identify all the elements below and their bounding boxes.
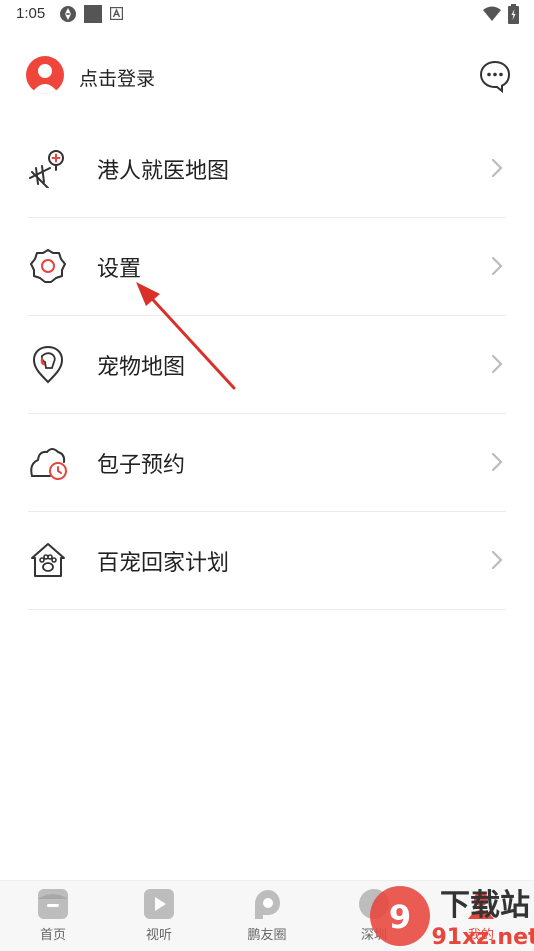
- menu-item-label: 包子预约: [97, 453, 186, 478]
- nav-label: 深圳: [360, 928, 387, 943]
- menu-list: 港人就医地图 设置 宠物地图 包子预约 百宠回家计划: [0, 120, 534, 610]
- nav-item-mine[interactable]: 我的: [441, 887, 521, 943]
- nav-item-home[interactable]: 首页: [13, 887, 93, 943]
- chevron-right-icon: [491, 354, 503, 374]
- bun-booking-icon: [30, 448, 67, 480]
- nav-label: 视听: [145, 928, 172, 943]
- profile-icon: [468, 892, 494, 919]
- menu-item-bun-booking[interactable]: 包子预约: [28, 414, 506, 512]
- medical-map-icon: [29, 150, 64, 188]
- status-time: 1:05: [16, 5, 46, 22]
- square-status-icon: [84, 5, 102, 23]
- status-bar: 1:05: [0, 0, 534, 30]
- settings-gear-icon: [30, 249, 66, 283]
- city-icon: [359, 889, 389, 919]
- pet-map-icon: [32, 345, 64, 384]
- keyboard-status-icon: [110, 7, 123, 20]
- menu-item-label: 宠物地图: [97, 355, 186, 380]
- login-link[interactable]: 点击登录: [79, 64, 155, 91]
- user-avatar-icon[interactable]: [26, 56, 64, 94]
- chat-bubble-icon[interactable]: [478, 59, 512, 93]
- menu-item-label: 百宠回家计划: [97, 551, 230, 576]
- wifi-icon: [483, 6, 501, 21]
- menu-item-settings[interactable]: 设置: [28, 218, 506, 316]
- nav-label: 我的: [467, 928, 494, 943]
- nav-item-friends[interactable]: 鹏友圈: [227, 887, 307, 943]
- nav-item-shenzhen[interactable]: 深圳: [334, 887, 414, 943]
- battery-icon: [508, 4, 519, 24]
- profile-header: 点击登录: [0, 44, 534, 108]
- menu-item-pet-home[interactable]: 百宠回家计划: [28, 512, 506, 610]
- menu-item-pet-map[interactable]: 宠物地图: [28, 316, 506, 414]
- nav-item-media[interactable]: 视听: [119, 887, 199, 943]
- home-icon: [38, 889, 68, 919]
- pet-home-icon: [31, 543, 65, 577]
- play-icon: [144, 889, 174, 919]
- bottom-nav: 首页 视听 鹏友圈 深圳 我的: [0, 880, 534, 951]
- nav-label: 鹏友圈: [247, 928, 287, 943]
- menu-item-medical-map[interactable]: 港人就医地图: [28, 120, 506, 218]
- menu-item-label: 设置: [97, 257, 142, 282]
- sync-status-icon: [60, 6, 76, 22]
- chevron-right-icon: [491, 256, 503, 276]
- menu-item-label: 港人就医地图: [97, 159, 230, 184]
- chevron-right-icon: [491, 158, 503, 178]
- friends-circle-icon: [255, 890, 280, 919]
- chevron-right-icon: [491, 550, 503, 570]
- nav-label: 首页: [39, 928, 66, 943]
- chevron-right-icon: [491, 452, 503, 472]
